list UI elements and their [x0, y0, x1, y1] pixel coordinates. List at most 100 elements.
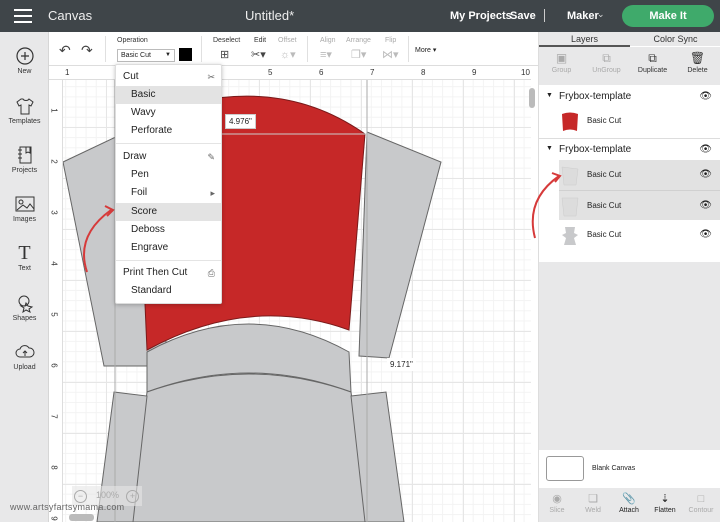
sidebar-item-projects[interactable]: Projects [0, 145, 49, 174]
flatten-icon: ⇣ [660, 493, 670, 505]
left-sidebar: New Templates Projects Images T Text Sha… [0, 32, 49, 522]
vertical-scrollbar[interactable] [529, 88, 535, 108]
group-button[interactable]: ▣ Group [539, 49, 584, 74]
layer-item[interactable]: Basic Cut 👁 [559, 190, 720, 220]
caret-down-icon[interactable]: ▼ [546, 145, 553, 152]
width-dimension: 4.976" [225, 114, 256, 129]
ruler-tick: 1 [65, 68, 70, 77]
ruler-tick: 6 [49, 363, 59, 368]
layer-group[interactable]: ▼ Frybox-template 👁 [539, 139, 720, 161]
tool-label: Flatten [654, 507, 676, 514]
trash-icon: 🗑 [689, 51, 706, 65]
chevron-down-icon[interactable]: ⌄ [597, 9, 605, 20]
contour-button[interactable]: □ Contour [683, 491, 719, 514]
divider [408, 36, 409, 62]
sidebar-item-shapes[interactable]: Shapes [0, 293, 49, 322]
eye-icon[interactable]: 👁 [699, 91, 712, 102]
offset-label: Offset [278, 37, 297, 44]
divider [544, 9, 545, 22]
offset-icon[interactable]: ☼▾ [280, 48, 296, 61]
document-title[interactable]: Untitled* [245, 8, 294, 23]
height-dimension: 9.171" [387, 358, 416, 371]
group-name: Frybox-template [559, 144, 632, 155]
attach-button[interactable]: 📎 Attach [611, 491, 647, 514]
undo-icon[interactable]: ↶ [59, 42, 71, 59]
app-title: Canvas [48, 8, 93, 23]
edit-scissors-icon[interactable]: ✂▾ [251, 48, 266, 61]
weld-button[interactable]: ❏ Weld [575, 491, 611, 514]
menu-item-wavy[interactable]: Wavy [116, 104, 221, 122]
color-swatch[interactable] [179, 48, 192, 61]
layer-tools: ▣ Group ⧉ UnGroup ⧉ Duplicate 🗑 Delete [539, 47, 720, 85]
divider [105, 36, 106, 62]
align-icon[interactable]: ≡▾ [320, 48, 332, 61]
slice-button[interactable]: ◉ Slice [539, 491, 575, 514]
redo-icon[interactable]: ↷ [81, 42, 93, 59]
tool-label: Contour [688, 507, 714, 514]
flip-icon[interactable]: ⋈▾ [382, 48, 399, 61]
flatten-button[interactable]: ⇣ Flatten [647, 491, 683, 514]
printer-icon: ⎙ [207, 268, 215, 278]
duplicate-button[interactable]: ⧉ Duplicate [630, 49, 675, 74]
layer-name: Basic Cut [587, 230, 622, 239]
sidebar-item-text[interactable]: T Text [0, 243, 49, 272]
sidebar-item-templates[interactable]: Templates [0, 96, 49, 125]
menu-item-score[interactable]: Score [116, 203, 221, 221]
layer-item[interactable]: Basic Cut 👁 [559, 160, 720, 190]
zoom-in-button[interactable]: + [126, 490, 139, 503]
hamburger-icon[interactable] [14, 9, 32, 23]
ruler-tick: 10 [521, 68, 530, 77]
menu-item-engrave[interactable]: Engrave [116, 239, 221, 257]
ruler-tick: 1 [49, 108, 59, 113]
ruler-tick: 2 [49, 159, 59, 164]
eye-icon[interactable]: 👁 [699, 144, 712, 155]
vertical-ruler: 1 2 3 4 5 6 7 8 9 [49, 80, 63, 522]
ruler-tick: 5 [268, 68, 273, 77]
arrange-icon[interactable]: ❐▾ [351, 48, 366, 61]
menu-item-perforate[interactable]: Perforate [116, 122, 221, 140]
contour-icon: □ [697, 493, 705, 505]
sidebar-item-images[interactable]: Images [0, 194, 49, 223]
delete-button[interactable]: 🗑 Delete [675, 49, 720, 74]
machine-select[interactable]: Maker [567, 10, 599, 22]
operation-select[interactable]: Basic Cut ▼ [117, 49, 175, 62]
layer-item[interactable]: Basic Cut 👁 [539, 220, 720, 250]
sidebar-item-new[interactable]: New [0, 46, 49, 75]
menu-item-standard[interactable]: Standard [116, 282, 221, 300]
menu-item-pen[interactable]: Pen [116, 166, 221, 184]
tab-color-sync[interactable]: Color Sync [630, 34, 720, 44]
blank-canvas-swatch[interactable] [546, 456, 584, 481]
eye-icon[interactable]: 👁 [699, 200, 712, 211]
blank-canvas-layer[interactable]: Blank Canvas [539, 450, 720, 488]
layer-thumbnail [562, 112, 578, 131]
flip-label: Flip [385, 37, 397, 44]
horizontal-scrollbar[interactable] [69, 514, 94, 521]
eye-icon[interactable]: 👁 [699, 169, 712, 180]
menu-item-foil[interactable]: Foil ▸ [116, 184, 221, 202]
layer-group[interactable]: ▼ Frybox-template 👁 [539, 86, 720, 108]
more-label: More [415, 47, 431, 54]
menu-item-basic[interactable]: Basic [116, 86, 221, 104]
menu-item-label: Foil [131, 187, 148, 198]
my-projects-link[interactable]: My Projects [450, 10, 512, 22]
back-panel [130, 373, 370, 522]
caret-down-icon[interactable]: ▼ [546, 92, 553, 99]
make-it-button[interactable]: Make It [622, 5, 714, 27]
watermark: www.artsyfartsymama.com [10, 502, 125, 512]
zoom-level: 100% [96, 490, 120, 500]
eye-icon[interactable]: 👁 [699, 229, 712, 240]
ungroup-button[interactable]: ⧉ UnGroup [584, 49, 629, 74]
red-arrow-annotation [531, 172, 562, 239]
menu-section-draw: Draw ✎ [116, 148, 221, 166]
menu-item-deboss[interactable]: Deboss [116, 221, 221, 239]
sidebar-item-upload[interactable]: Upload [0, 342, 49, 371]
save-button[interactable]: Save [510, 10, 536, 22]
layers-panel: Layers Color Sync ▣ Group ⧉ UnGroup ⧉ Dupli… [531, 32, 720, 522]
edit-label: Edit [254, 37, 267, 44]
tab-layers[interactable]: Layers [539, 34, 630, 44]
layer-item[interactable]: Basic Cut [539, 106, 720, 136]
tshirt-icon [15, 96, 35, 116]
more-button[interactable]: More ▾ [415, 46, 436, 54]
ruler-tick: 3 [49, 210, 59, 215]
deselect-icon[interactable]: ⊞ [220, 48, 229, 61]
